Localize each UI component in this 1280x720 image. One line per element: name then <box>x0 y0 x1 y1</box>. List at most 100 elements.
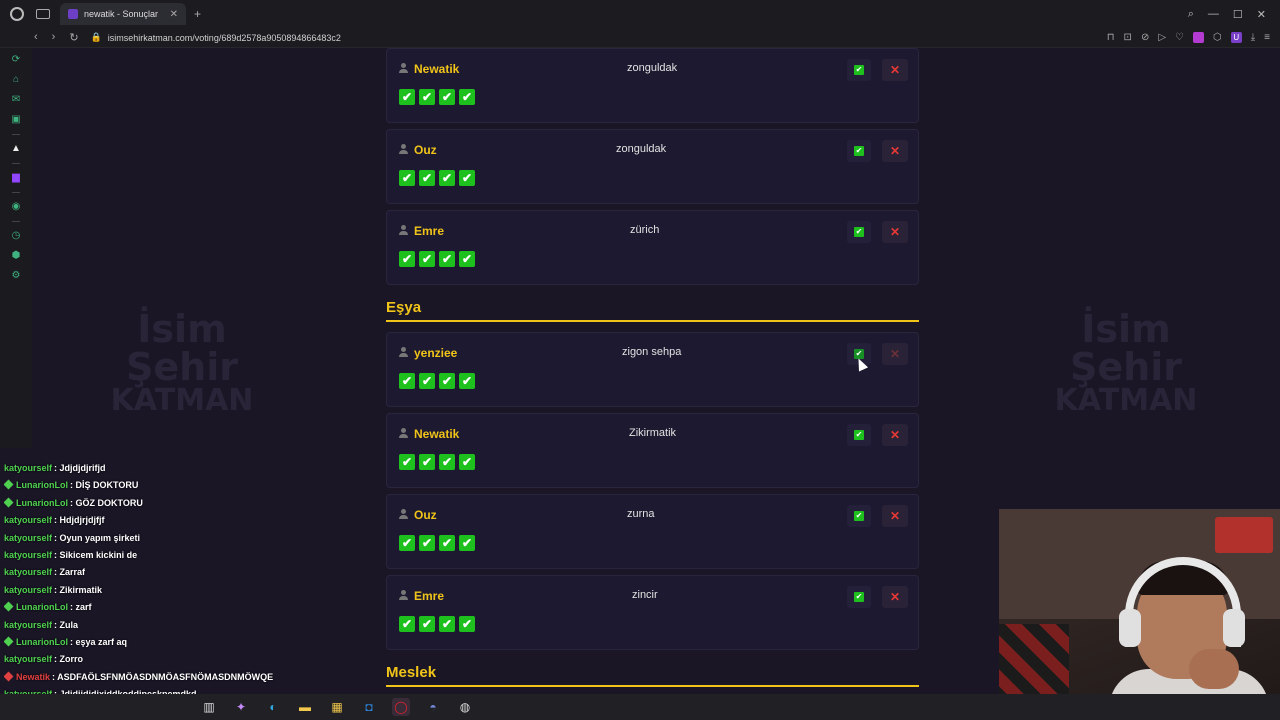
address-bar: ‹ › ↻ 🔒 isimsehirkatman.com/voting/689d2… <box>0 28 1280 48</box>
chat-message: katyourself: Oyun yapım şirketi <box>4 530 384 547</box>
approve-button[interactable]: ✔ <box>847 140 871 162</box>
profile-avatar[interactable]: U <box>1230 32 1242 43</box>
chat-message: LunarionLol: DİŞ DOKTORU <box>4 477 384 494</box>
chat-username: katyourself <box>4 515 53 526</box>
speed-dial-icon[interactable]: ⟳ <box>10 54 22 66</box>
chat-message: katyourself: Zula <box>4 617 384 634</box>
chat-username: LunarionLol <box>16 636 68 647</box>
player-answer: zonguldak <box>627 62 678 74</box>
snapshot-icon[interactable]: ⊡ <box>1124 32 1132 43</box>
answer-card: Emre zürich ✔ ✔ ✔ ✔ ✔ ✕ <box>386 210 919 285</box>
twitch-icon[interactable]: ▆ <box>10 172 22 184</box>
user-icon <box>399 509 408 519</box>
answer-card: Ouz zurna ✔ ✔ ✔ ✔ ✔ ✕ <box>386 494 919 569</box>
store-icon[interactable]: ▦ <box>328 698 346 716</box>
media-icon[interactable]: ▣ <box>10 114 22 126</box>
check-icon: ✔ <box>459 251 475 267</box>
logo-line: KATMAN <box>110 383 254 418</box>
reject-button[interactable]: ✕ <box>882 586 908 608</box>
extension-icon[interactable] <box>1193 32 1204 43</box>
extensions-icon[interactable]: ⬢ <box>10 250 22 262</box>
search-icon[interactable]: ⌕ <box>1188 8 1194 21</box>
discord-icon[interactable]: ◓ <box>424 698 442 716</box>
chat-message: katyourself: Zarraf <box>4 564 384 581</box>
player-name: yenziee <box>414 346 458 360</box>
windows-taskbar: ▥ ✦ ◐ ▬ ▦ ◘ ◯ ◓ ◍ <box>0 694 1280 720</box>
player-icon[interactable]: ◉ <box>10 201 22 213</box>
adblock-icon[interactable]: ⊘ <box>1141 32 1149 43</box>
chat-text: : Sikicem kickini de <box>54 549 138 560</box>
check-icon: ✔ <box>854 65 864 75</box>
maximize-icon[interactable]: ☐ <box>1233 8 1243 21</box>
settings-icon[interactable]: ⚙ <box>10 270 22 282</box>
workspaces-icon[interactable] <box>36 9 50 19</box>
forward-icon[interactable]: › <box>52 31 56 44</box>
approve-button[interactable]: ✔ <box>847 221 871 243</box>
approve-button[interactable]: ✔ <box>847 586 871 608</box>
url-field[interactable]: isimsehirkatman.com/voting/689d2578a9050… <box>108 33 341 43</box>
tab-close-icon[interactable]: ✕ <box>170 9 178 20</box>
chat-message: LunarionLol: zarf <box>4 599 384 616</box>
chat-badge-icon <box>4 479 14 490</box>
sidebar-separator <box>12 163 20 164</box>
reload-icon[interactable]: ↻ <box>69 31 78 44</box>
check-icon: ✔ <box>439 454 455 470</box>
browser-tab[interactable]: newatik - Sonuçlar ✕ <box>60 3 186 25</box>
browser-tab-bar: newatik - Sonuçlar ✕ + ⌕ — ☐ ✕ <box>0 0 1280 28</box>
player-answer: zincir <box>632 589 658 601</box>
extensions-area: ⊓ ⊡ ⊘ ▷ ♡ ⬡ U ⤓ ≡ <box>1107 32 1270 43</box>
close-window-icon[interactable]: ✕ <box>1257 8 1266 21</box>
edge-icon[interactable]: ◐ <box>264 698 282 716</box>
chat-badge-icon <box>4 497 14 508</box>
minimize-icon[interactable]: — <box>1208 8 1219 20</box>
logo-line: Şehir <box>1070 345 1182 389</box>
sidebar-separator <box>12 192 20 193</box>
obs-icon[interactable]: ◍ <box>456 698 474 716</box>
vote-checks: ✔ ✔ ✔ ✔ <box>399 454 475 470</box>
reject-button[interactable]: ✕ <box>882 343 908 365</box>
check-icon: ✔ <box>399 616 415 632</box>
approve-button[interactable]: ✔ <box>847 424 871 446</box>
reject-button[interactable]: ✕ <box>882 505 908 527</box>
play-icon[interactable]: ▷ <box>1158 32 1166 43</box>
user-icon <box>399 347 408 357</box>
check-icon: ✔ <box>439 535 455 551</box>
chat-badge-icon <box>4 671 14 682</box>
opera-gx-icon[interactable]: ◯ <box>392 698 410 716</box>
check-icon: ✔ <box>399 373 415 389</box>
reject-button[interactable]: ✕ <box>882 140 908 162</box>
reject-button[interactable]: ✕ <box>882 221 908 243</box>
section-title-meslek: Meslek <box>386 664 437 681</box>
bag-icon[interactable]: ⌂ <box>10 74 22 86</box>
background-logo-right: İsim Şehir KATMAN <box>1046 310 1206 416</box>
player-answer: zürich <box>630 224 660 236</box>
check-icon: ✔ <box>439 251 455 267</box>
history-icon[interactable]: ◷ <box>10 230 22 242</box>
puzzle-icon[interactable]: ⬡ <box>1213 32 1222 43</box>
aria-icon[interactable]: ▲ <box>10 143 22 155</box>
check-icon: ✔ <box>419 454 435 470</box>
check-icon: ✔ <box>459 616 475 632</box>
reject-button[interactable]: ✕ <box>882 424 908 446</box>
outlook-icon[interactable]: ◘ <box>360 698 378 716</box>
approve-button[interactable]: ✔ <box>847 59 871 81</box>
download-icon[interactable]: ⤓ <box>1251 32 1255 43</box>
chat-username: Newatik <box>16 671 51 682</box>
messenger-icon[interactable]: ✉ <box>10 94 22 106</box>
vote-checks: ✔ ✔ ✔ ✔ <box>399 251 475 267</box>
heart-icon[interactable]: ♡ <box>1175 32 1184 43</box>
pin-icon[interactable]: ⊓ <box>1107 32 1115 43</box>
chat-username: LunarionLol <box>16 480 68 491</box>
menu-icon[interactable]: ≡ <box>1264 32 1270 43</box>
new-tab-icon[interactable]: + <box>194 7 201 21</box>
opera-logo-icon[interactable] <box>10 7 24 21</box>
check-icon: ✔ <box>854 146 864 156</box>
reject-button[interactable]: ✕ <box>882 59 908 81</box>
back-icon[interactable]: ‹ <box>34 31 38 44</box>
approve-button[interactable]: ✔ <box>847 505 871 527</box>
file-explorer-icon[interactable]: ▬ <box>296 698 314 716</box>
copilot-icon[interactable]: ✦ <box>232 698 250 716</box>
lock-icon[interactable]: 🔒 <box>91 32 102 43</box>
task-view-icon[interactable]: ▥ <box>200 698 218 716</box>
player-name: Newatik <box>414 427 460 441</box>
